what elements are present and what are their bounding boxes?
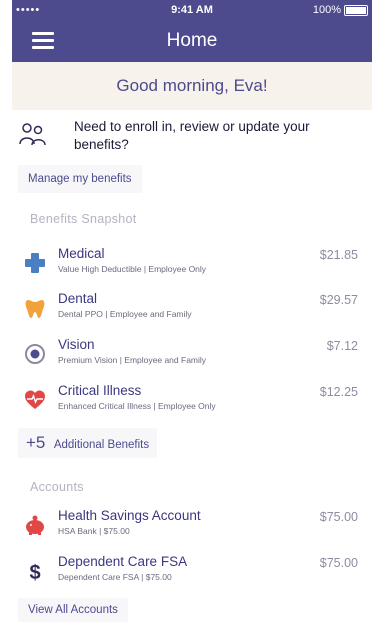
benefit-title: Critical Illness — [58, 383, 142, 398]
dollar-sign-icon: $ — [29, 562, 40, 582]
eye-icon — [25, 344, 45, 364]
benefit-amount: $29.57 — [319, 293, 358, 307]
people-icon — [19, 123, 46, 146]
account-title: Dependent Care FSA — [58, 554, 188, 569]
benefit-row-vision[interactable]: Vision Premium Vision | Employee and Fam… — [18, 337, 358, 373]
benefit-amount: $21.85 — [319, 248, 358, 262]
battery-label: 100% — [312, 4, 341, 16]
account-title: Health Savings Account — [58, 508, 201, 523]
medical-cross-icon — [25, 253, 45, 273]
account-row-dependent-care-fsa[interactable]: $ Dependent Care FSA Dependent Care FSA … — [18, 554, 358, 590]
account-subtitle: HSA Bank | $75.00 — [58, 526, 130, 536]
manage-benefits-button[interactable]: Manage my benefits — [18, 165, 142, 193]
hamburger-menu-icon[interactable] — [32, 32, 54, 50]
battery-icon — [344, 4, 368, 16]
benefit-subtitle: Dental PPO | Employee and Family — [58, 309, 192, 319]
page-title: Home — [166, 30, 218, 51]
view-all-accounts-button[interactable]: View All Accounts — [18, 598, 128, 622]
additional-benefits-count: +5 — [26, 433, 46, 452]
benefit-subtitle: Premium Vision | Employee and Family — [58, 355, 207, 365]
benefit-title: Dental — [58, 291, 98, 306]
additional-benefits-button[interactable]: +5 Additional Benefits — [18, 428, 158, 458]
status-bar: ••••• 9:41 AM 100% — [12, 0, 372, 20]
benefit-title: Vision — [58, 337, 95, 352]
account-amount: $75.00 — [319, 556, 358, 570]
tooth-icon — [25, 300, 45, 318]
benefits-section-label: Benefits Snapshot — [30, 212, 137, 226]
greeting: Good morning, Eva! — [12, 62, 372, 110]
account-subtitle: Dependent Care FSA | $75.00 — [58, 572, 172, 582]
enroll-prompt[interactable]: Need to enroll in, review or update your… — [18, 118, 358, 158]
benefit-amount: $12.25 — [319, 385, 358, 399]
benefit-row-dental[interactable]: Dental Dental PPO | Employee and Family … — [18, 291, 358, 327]
piggy-bank-icon — [26, 515, 44, 535]
benefit-amount: $7.12 — [326, 339, 358, 353]
heart-pulse-icon — [25, 390, 45, 409]
battery-status: 100% — [313, 0, 368, 20]
benefit-subtitle: Enhanced Critical Illness | Employee Onl… — [58, 401, 216, 411]
benefit-row-medical[interactable]: Medical Value High Deductible | Employee… — [18, 246, 358, 282]
enroll-text: Need to enroll in, review or update your… — [74, 119, 310, 152]
account-row-hsa[interactable]: Health Savings Account HSA Bank | $75.00… — [18, 508, 358, 544]
additional-benefits-label: Additional Benefits — [53, 439, 150, 451]
benefit-subtitle: Value High Deductible | Employee Only — [58, 264, 207, 274]
benefit-title: Medical — [58, 246, 105, 261]
benefit-row-critical-illness[interactable]: Critical Illness Enhanced Critical Illne… — [18, 383, 358, 419]
nav-bar: Home — [12, 20, 372, 62]
account-amount: $75.00 — [319, 510, 358, 524]
svg-text:$: $ — [29, 562, 40, 582]
accounts-section-label: Accounts — [30, 480, 84, 494]
